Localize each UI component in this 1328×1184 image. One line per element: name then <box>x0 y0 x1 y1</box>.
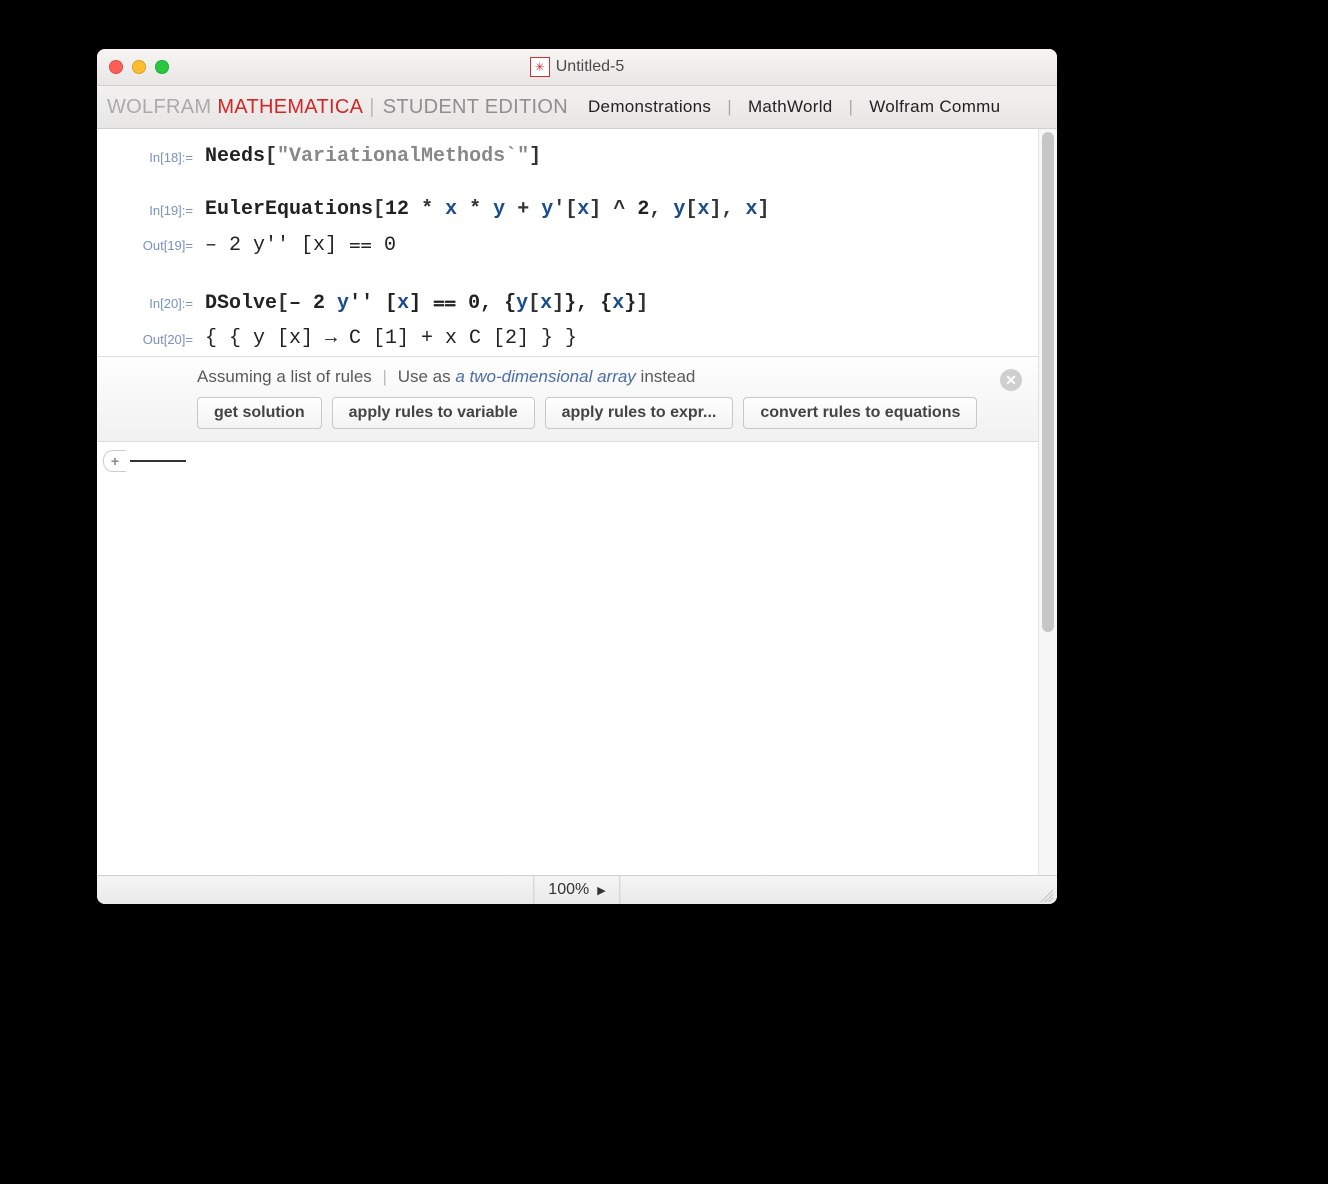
function-name: DSolve <box>205 292 277 315</box>
notebook-file-icon: ✳ <box>530 57 550 77</box>
window-title: Untitled-5 <box>556 58 624 76</box>
cell-code[interactable]: DSolve[– 2 y′′ [x] ⩵ 0, {y[x]}, {x}] <box>205 291 1010 315</box>
vertical-scrollbar[interactable] <box>1038 129 1057 875</box>
brand-student-edition: STUDENT EDITION <box>383 96 568 119</box>
function-name: EulerEquations <box>205 198 373 221</box>
add-cell-icon[interactable]: + <box>103 450 126 472</box>
toolbar-links: Demonstrations | MathWorld | Wolfram Com… <box>588 97 1000 117</box>
suggestions-text: Assuming a list of rules | Use as a two-… <box>197 367 1020 387</box>
apply-rules-to-variable-button[interactable]: apply rules to variable <box>332 397 535 429</box>
cell-output: { { y [x] → C [1] + x C [2] } } <box>205 327 1010 350</box>
toolbar-separator: | <box>727 97 732 117</box>
content-area: In[18]:= Needs["VariationalMethods`"] In… <box>97 129 1057 875</box>
resize-grip-icon[interactable] <box>1037 886 1053 902</box>
suggestions-bar: Assuming a list of rules | Use as a two-… <box>97 356 1038 442</box>
brand-wolfram: WOLFRAM <box>107 96 211 119</box>
scrollbar-thumb[interactable] <box>1042 132 1054 632</box>
window-title-group: ✳ Untitled-5 <box>97 57 1057 77</box>
cell-label: Out[19]= <box>97 233 205 257</box>
get-solution-button[interactable]: get solution <box>197 397 322 429</box>
close-suggestions-button[interactable]: ✕ <box>1000 369 1022 391</box>
cell-code[interactable]: EulerEquations[12 * x * y + y'[x] ^ 2, y… <box>205 198 1010 221</box>
link-demonstrations[interactable]: Demonstrations <box>588 97 711 117</box>
link-wolfram-community[interactable]: Wolfram Commu <box>869 97 1000 117</box>
input-cell-20[interactable]: In[20]:= DSolve[– 2 y′′ [x] ⩵ 0, {y[x]},… <box>97 285 1038 321</box>
status-bar: 100% ▶ <box>97 875 1057 904</box>
notebook-body[interactable]: In[18]:= Needs["VariationalMethods`"] In… <box>97 129 1038 875</box>
string-literal: "VariationalMethods`" <box>277 145 529 168</box>
cell-output: – 2 y′′ [x] ⩵ 0 <box>205 233 1010 257</box>
suggestions-divider: | <box>383 367 387 386</box>
zoom-control[interactable]: 100% ▶ <box>533 876 620 904</box>
output-cell-19[interactable]: Out[19]= – 2 y′′ [x] ⩵ 0 <box>97 227 1038 263</box>
zoom-dropdown-icon[interactable]: ▶ <box>597 884 605 897</box>
link-mathworld[interactable]: MathWorld <box>748 97 833 117</box>
new-cell-indicator[interactable]: + <box>97 442 1038 480</box>
cell-label: In[18]:= <box>97 145 205 168</box>
function-name: Needs <box>205 145 265 168</box>
suggestions-buttons: get solution apply rules to variable app… <box>197 397 1020 429</box>
zoom-value: 100% <box>548 881 589 899</box>
window-titlebar: ✳ Untitled-5 <box>97 49 1057 86</box>
output-cell-20[interactable]: Out[20]= { { y [x] → C [1] + x C [2] } } <box>97 321 1038 356</box>
cell-label: In[19]:= <box>97 198 205 221</box>
suggestions-link[interactable]: a two-dimensional array <box>455 367 635 386</box>
brand-divider: | <box>369 96 375 119</box>
brand-toolbar: WOLFRAM MATHEMATICA | STUDENT EDITION De… <box>97 86 1057 129</box>
cell-label: Out[20]= <box>97 327 205 350</box>
brand-mathematica: MATHEMATICA <box>217 96 363 119</box>
cell-code[interactable]: Needs["VariationalMethods`"] <box>205 145 1010 168</box>
convert-rules-to-equations-button[interactable]: convert rules to equations <box>743 397 977 429</box>
input-cell-18[interactable]: In[18]:= Needs["VariationalMethods`"] <box>97 139 1038 174</box>
cursor-line <box>130 460 186 462</box>
input-cell-19[interactable]: In[19]:= EulerEquations[12 * x * y + y'[… <box>97 192 1038 227</box>
toolbar-separator: | <box>849 97 854 117</box>
apply-rules-to-expression-button[interactable]: apply rules to expr... <box>545 397 734 429</box>
notebook-window: ✳ Untitled-5 WOLFRAM MATHEMATICA | STUDE… <box>97 49 1057 904</box>
cell-label: In[20]:= <box>97 291 205 315</box>
